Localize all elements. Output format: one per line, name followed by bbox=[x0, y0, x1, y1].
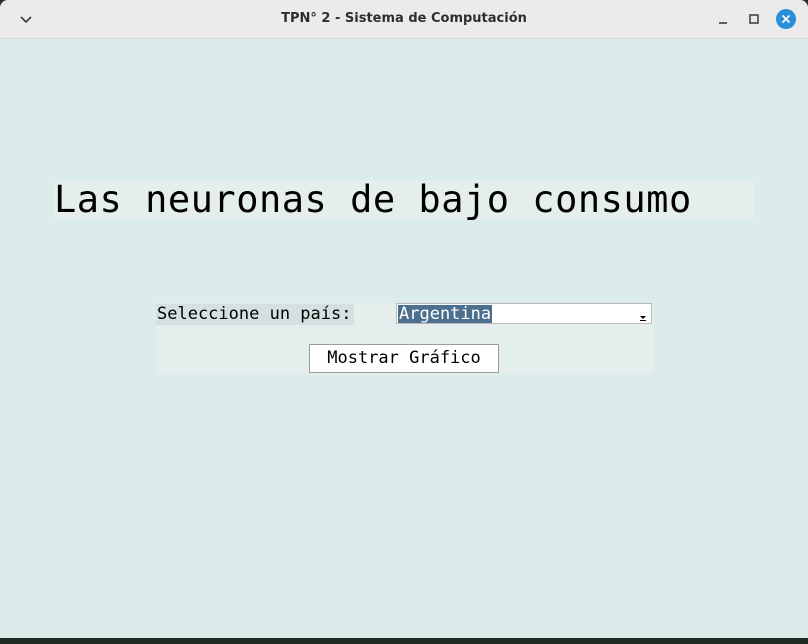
country-select-value: Argentina bbox=[398, 304, 493, 324]
show-chart-button[interactable]: Mostrar Gráfico bbox=[309, 344, 499, 373]
window-title: TPN° 2 - Sistema de Computación bbox=[281, 11, 527, 26]
terminal-peek bbox=[0, 638, 808, 644]
country-label: Seleccione un país: bbox=[156, 304, 355, 325]
title-bar: TPN° 2 - Sistema de Computación bbox=[0, 0, 808, 39]
minimize-icon[interactable] bbox=[714, 10, 732, 28]
page-heading: Las neuronas de bajo consumo bbox=[54, 180, 754, 220]
close-icon[interactable] bbox=[776, 9, 796, 29]
app-window: TPN° 2 - Sistema de Computación Las neur… bbox=[0, 0, 808, 644]
maximize-icon[interactable] bbox=[745, 10, 763, 28]
dropdown-arrow-icon[interactable] bbox=[638, 309, 648, 321]
country-select[interactable]: Argentina bbox=[396, 303, 652, 324]
